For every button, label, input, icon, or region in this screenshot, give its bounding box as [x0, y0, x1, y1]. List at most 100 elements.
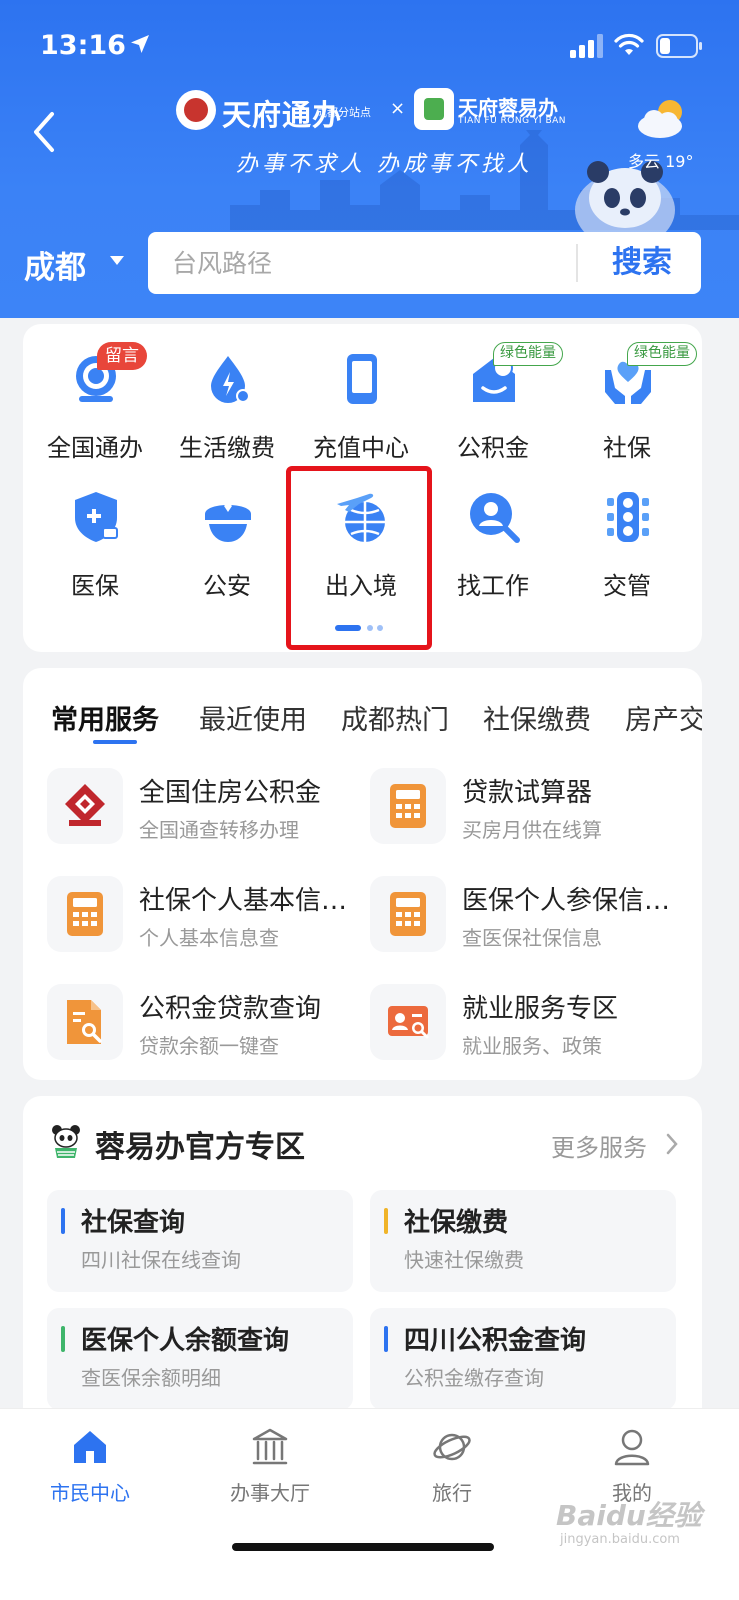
utility-drop-icon: [211, 356, 250, 403]
message-badge: 留言: [97, 342, 147, 370]
tab-recent[interactable]: 最近使用: [199, 698, 307, 737]
grid-item-medical[interactable]: 医保: [29, 462, 161, 600]
service-icon-box: [370, 876, 446, 952]
wifi-icon: [614, 33, 644, 55]
tile-accent-bar: [384, 1326, 388, 1352]
green-energy-badge: 绿色能量: [493, 342, 563, 366]
location-arrow-icon: [131, 35, 149, 53]
official-tile-social-query[interactable]: 社保查询 四川社保在线查询: [47, 1190, 353, 1292]
grid-item-utilities[interactable]: 生活缴费: [161, 324, 293, 462]
back-arrow-icon[interactable]: [30, 110, 60, 154]
tab-common[interactable]: 常用服务: [51, 698, 159, 737]
service-item-social-info[interactable]: 社保个人基本信息查询 个人基本信息查: [47, 876, 367, 962]
tile-accent-bar: [61, 1326, 65, 1352]
search-divider: [576, 244, 578, 282]
tab-label: 市民中心: [50, 1481, 130, 1505]
grid-item-label: 交管: [603, 572, 651, 600]
tab-citizen-center[interactable]: 市民中心: [30, 1427, 150, 1507]
job-search-icon: [470, 493, 520, 543]
cellular-signal-icon: [570, 34, 603, 58]
rongyiban-logo-icon: [414, 88, 454, 130]
service-title: 贷款试算器: [462, 778, 593, 808]
tile-subtitle: 四川社保在线查询: [81, 1248, 241, 1272]
search-bar: 搜索: [148, 232, 701, 294]
green-energy-badge: 绿色能量: [627, 342, 697, 366]
service-item-fund-loan[interactable]: 公积金贷款查询 贷款余额一键查: [47, 984, 367, 1070]
app-header: 13:16 天府通办 成都分站点 × 天府蓉易办 TIAN FU RONG YI…: [0, 0, 739, 318]
grid-item-label: 公积金: [457, 434, 529, 462]
service-title: 社保个人基本信息查询: [139, 886, 357, 916]
grid-item-label: 医保: [71, 572, 119, 600]
service-icon-box: [47, 876, 123, 952]
brand-banner: 天府通办 成都分站点 × 天府蓉易办 TIAN FU RONG YI BAN: [170, 86, 590, 136]
tab-property[interactable]: 房产交易: [625, 698, 702, 737]
chevron-right-icon[interactable]: [665, 1132, 679, 1156]
calculator-icon: [390, 892, 426, 936]
tile-title: 医保个人余额查询: [81, 1326, 290, 1356]
grid-item-find-job[interactable]: 找工作: [427, 462, 559, 600]
service-item-loan-calculator[interactable]: 贷款试算器 买房月供在线算: [370, 768, 690, 854]
grid-item-traffic[interactable]: 交管: [561, 462, 693, 600]
service-title: 就业服务专区: [462, 994, 619, 1024]
grid-item-housing-fund[interactable]: 绿色能量 公积金: [427, 324, 563, 462]
watermark-main: Baidu经验: [556, 1499, 702, 1532]
search-input[interactable]: [172, 242, 562, 284]
more-services-link[interactable]: 更多服务: [551, 1128, 647, 1163]
service-icon-box: [47, 768, 123, 844]
calculator-icon: [67, 892, 103, 936]
housing-fund-logo-icon: [65, 784, 105, 826]
rongyiban-panda-icon: [52, 1125, 80, 1158]
home-indicator: [232, 1543, 494, 1551]
official-tile-social-payment[interactable]: 社保缴费 快速社保缴费: [370, 1190, 676, 1292]
tile-accent-bar: [61, 1208, 65, 1234]
grid-item-label: 公安: [203, 572, 251, 600]
service-title: 医保个人参保信息查询: [462, 886, 680, 916]
service-subtitle: 就业服务、政策: [462, 1034, 602, 1058]
traffic-light-icon: [607, 492, 649, 542]
medical-shield-icon: [75, 492, 118, 542]
service-icon-box: [47, 984, 123, 1060]
city-selector[interactable]: 成都: [24, 242, 86, 287]
tab-service-hall[interactable]: 办事大厅: [210, 1427, 330, 1507]
id-card-search-icon: [388, 1006, 429, 1039]
tile-subtitle: 查医保余额明细: [81, 1366, 221, 1390]
watermark-sub: jingyan.baidu.com: [560, 1532, 680, 1547]
service-item-employment[interactable]: 就业服务专区 就业服务、政策: [370, 984, 690, 1070]
service-subtitle: 贷款余额一键查: [139, 1034, 279, 1058]
service-icon-box: [370, 768, 446, 844]
tab-travel[interactable]: 旅行: [392, 1427, 512, 1507]
official-tile-sichuan-fund[interactable]: 四川公积金查询 公积金缴存查询: [370, 1308, 676, 1410]
service-item-housing-fund[interactable]: 全国住房公积金 全国通查转移办理: [47, 768, 367, 854]
tab-social-payment[interactable]: 社保缴费: [483, 698, 591, 737]
official-tile-medical-balance[interactable]: 医保个人余额查询 查医保余额明细: [47, 1308, 353, 1410]
official-zone-card: 蓉易办官方专区 更多服务 社保查询 四川社保在线查询 社保缴费 快速社保缴费 医…: [23, 1096, 702, 1436]
search-button[interactable]: 搜索: [592, 240, 692, 286]
brand2-sub: TIAN FU RONG YI BAN: [458, 116, 567, 126]
grid-item-label: 找工作: [457, 572, 529, 600]
tab-label: 办事大厅: [230, 1481, 310, 1505]
grid-item-nationwide[interactable]: 留言 全国通办: [29, 324, 161, 462]
tab-chengdu-hot[interactable]: 成都热门: [341, 698, 449, 737]
tab-label: 旅行: [432, 1481, 472, 1505]
service-title: 公积金贷款查询: [139, 994, 322, 1024]
grid-item-police[interactable]: 公安: [161, 462, 293, 600]
service-item-medical-info[interactable]: 医保个人参保信息查询 查医保社保信息: [370, 876, 690, 962]
service-title: 全国住房公积金: [139, 778, 322, 808]
tile-title: 四川公积金查询: [404, 1326, 587, 1356]
planet-travel-icon: [433, 1433, 471, 1461]
grid-item-social-security[interactable]: 绿色能量 社保: [561, 324, 697, 462]
tile-subtitle: 公积金缴存查询: [404, 1366, 544, 1390]
caret-down-icon[interactable]: [110, 256, 124, 266]
slogan: 办事不求人 办成事不找人: [236, 152, 533, 177]
grid-item-recharge[interactable]: 充值中心: [295, 324, 427, 462]
brand-separator: ×: [390, 98, 406, 119]
document-search-icon: [67, 1000, 102, 1044]
active-tab-indicator: [93, 740, 137, 744]
grid-item-label: 充值中心: [313, 434, 409, 462]
police-cap-icon: [205, 502, 251, 542]
tile-accent-bar: [384, 1208, 388, 1234]
service-subtitle: 个人基本信息查: [139, 926, 279, 950]
status-bar: 13:16: [0, 0, 739, 92]
brand1-sub: 成都分站点: [316, 106, 371, 119]
user-profile-icon: [614, 1429, 650, 1466]
